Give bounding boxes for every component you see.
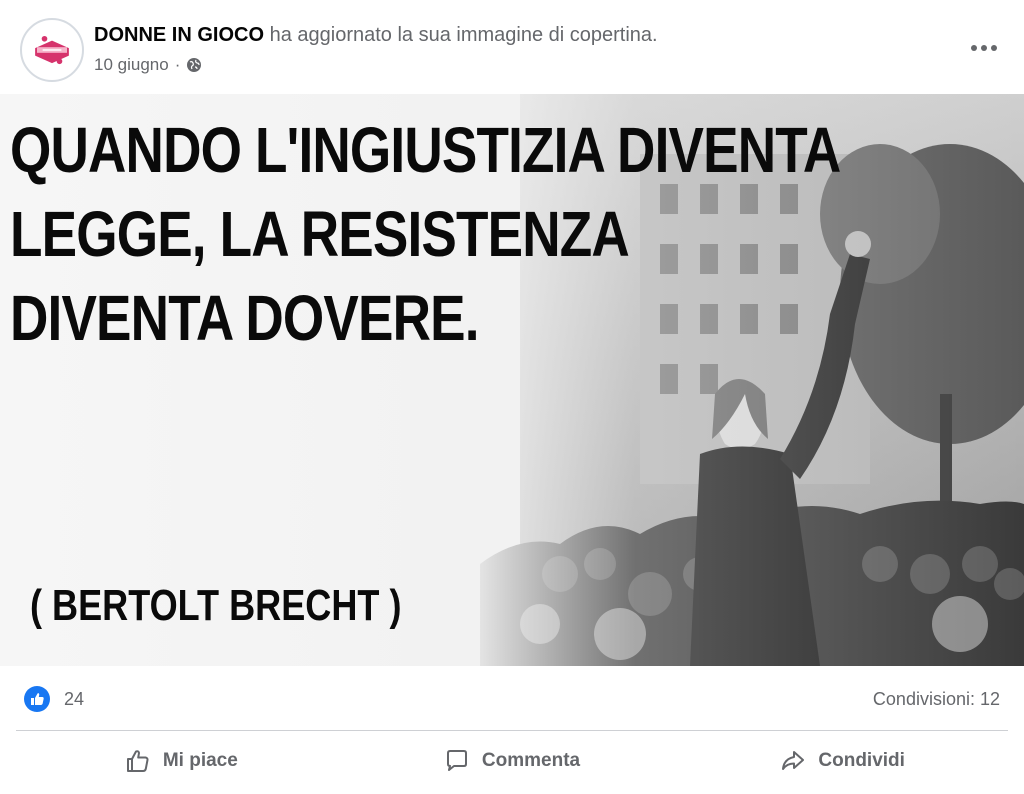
post-date[interactable]: 10 giugno — [94, 55, 169, 75]
facebook-post: DONNE IN GIOCO ha aggiornato la sua imma… — [0, 0, 1024, 794]
quote-line: QUANDO L'INGIUSTIZIA DIVENTA — [10, 114, 841, 186]
share-count[interactable]: Condivisioni: 12 — [873, 687, 1000, 711]
share-button-label: Condividi — [818, 750, 905, 771]
quote-line: DIVENTA DOVERE. — [10, 282, 479, 354]
comment-button[interactable]: Commenta — [347, 736, 678, 786]
globe-icon[interactable] — [186, 57, 202, 73]
post-header-line: DONNE IN GIOCO ha aggiornato la sua imma… — [94, 23, 658, 47]
share-arrow-icon — [782, 751, 805, 770]
post-meta: 10 giugno · — [94, 55, 202, 75]
like-button[interactable]: Mi piace — [16, 736, 347, 786]
post-actions: Mi piace Commenta Condividi — [16, 736, 1008, 786]
meta-separator: · — [174, 55, 181, 74]
more-options-button[interactable] — [964, 28, 1004, 68]
post-action-text: ha aggiornato la sua immagine di coperti… — [269, 24, 658, 46]
post-header: DONNE IN GIOCO ha aggiornato la sua imma… — [0, 0, 1024, 94]
cover-quote: QUANDO L'INGIUSTIZIA DIVENTA LEGGE, LA R… — [10, 108, 841, 360]
quote-author: ( BERTOLT BRECHT ) — [30, 581, 402, 630]
comment-icon — [446, 750, 467, 771]
like-reaction-icon[interactable] — [24, 686, 50, 712]
comment-button-label: Commenta — [481, 750, 581, 771]
share-button[interactable]: Condividi — [677, 736, 1008, 786]
reactions-bar: 24 Condivisioni: 12 — [0, 666, 1024, 730]
like-button-label: Mi piace — [162, 750, 238, 771]
like-count[interactable]: 24 — [64, 687, 84, 711]
more-horizontal-icon — [971, 45, 997, 51]
cover-photo[interactable]: QUANDO L'INGIUSTIZIA DIVENTA LEGGE, LA R… — [0, 94, 1024, 666]
divider — [16, 730, 1008, 731]
page-avatar[interactable] — [20, 18, 84, 82]
thumbs-up-icon — [126, 750, 149, 772]
donne-in-gioco-logo — [23, 21, 81, 79]
page-name-link[interactable]: DONNE IN GIOCO — [94, 24, 264, 46]
quote-line: LEGGE, LA RESISTENZA — [10, 198, 630, 270]
